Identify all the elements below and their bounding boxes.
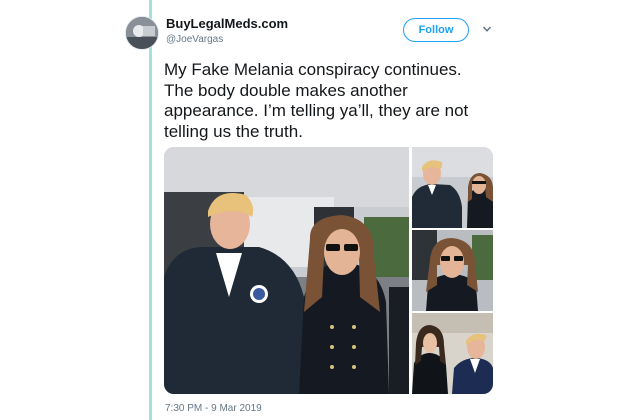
author-avatar[interactable] [125, 16, 159, 50]
chevron-down-icon[interactable] [482, 24, 492, 34]
tweet-timestamp[interactable]: 7:30 PM - 9 Mar 2019 [165, 403, 262, 414]
photo-grid [164, 147, 493, 394]
photo-main[interactable] [164, 147, 409, 394]
tweet-text-line: The body double makes another [164, 80, 408, 100]
tweet-text-line: appearance. I’m telling ya’ll, they are … [164, 101, 469, 120]
thread-rail [149, 0, 152, 420]
author-handle[interactable]: @JoeVargas [166, 34, 223, 45]
tweet-text: My Fake Melania conspiracy continues. Th… [164, 60, 504, 142]
tweet-text-line: telling us the truth. [164, 121, 303, 141]
photo-thumbnail[interactable] [412, 230, 493, 311]
author-display-name[interactable]: BuyLegalMeds.com [166, 16, 288, 31]
tweet-text-line: My Fake Melania conspiracy continues. [164, 60, 462, 79]
follow-button[interactable]: Follow [403, 18, 469, 42]
photo-thumbnail[interactable] [412, 147, 493, 228]
photo-thumbnail[interactable] [412, 313, 493, 394]
avatar-icon [126, 17, 158, 49]
